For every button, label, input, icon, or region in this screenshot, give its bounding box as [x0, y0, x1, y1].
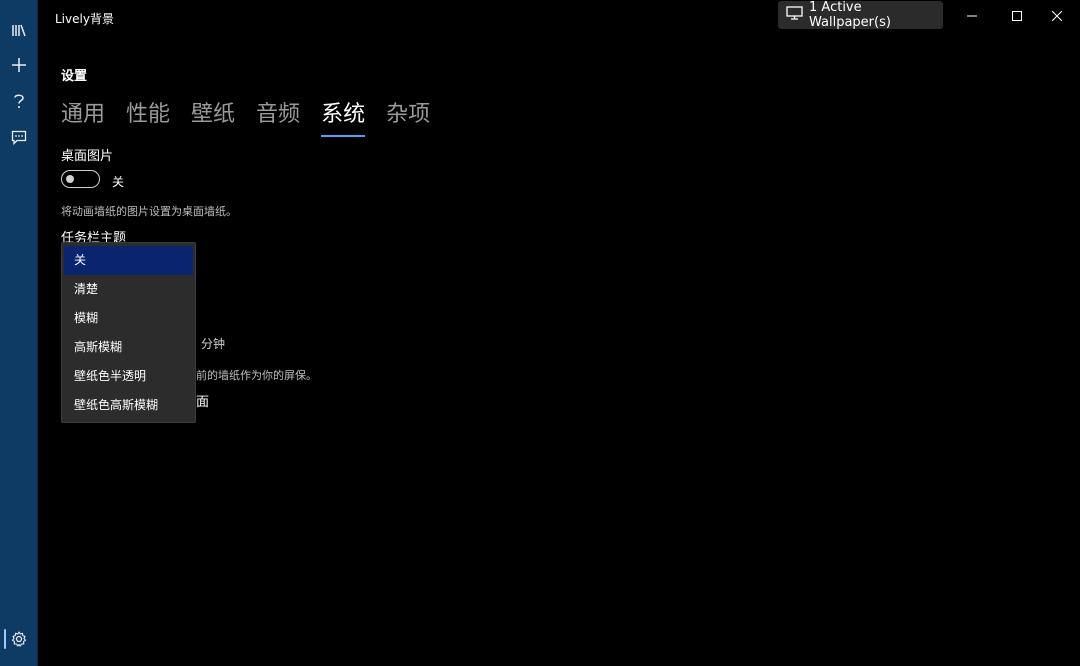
library-button[interactable]	[0, 13, 37, 47]
window-title: Lively背景	[55, 12, 114, 26]
desktop-picture-toggle[interactable]	[61, 170, 100, 188]
toggle-knob	[66, 175, 74, 183]
app-window: Lively背景 1 Active Wallpaper(s) 设置 通用 性能 …	[0, 0, 1080, 666]
nav-rail	[0, 0, 38, 666]
minimize-icon	[967, 6, 977, 25]
add-wallpaper-button[interactable]	[0, 48, 37, 82]
desktop-picture-label: 桌面图片	[61, 149, 114, 164]
minimize-button[interactable]	[949, 0, 995, 30]
active-wallpapers-label: 1 Active Wallpaper(s)	[809, 0, 891, 30]
dropdown-option-clear[interactable]: 清楚	[64, 275, 193, 304]
help-button[interactable]	[0, 84, 37, 118]
dropdown-option-off[interactable]: 关	[64, 246, 193, 275]
tab-wallpaper[interactable]: 壁纸	[191, 100, 235, 134]
tab-misc[interactable]: 杂项	[386, 100, 430, 134]
add-icon	[11, 57, 27, 73]
toggle-state-text: 关	[112, 175, 125, 189]
settings-tabs: 通用 性能 壁纸 音频 系统 杂项	[61, 100, 451, 137]
monitor-icon	[786, 6, 803, 24]
gear-icon	[11, 631, 27, 647]
taskbar-theme-dropdown: 关 清楚 模糊 高斯模糊 壁纸色半透明 壁纸色高斯模糊	[61, 242, 196, 423]
screensaver-description: 前的墙纸作为你的屏保。	[196, 369, 317, 382]
tab-audio[interactable]: 音频	[256, 100, 300, 134]
tab-system[interactable]: 系统	[321, 100, 366, 137]
minutes-suffix: 分钟	[201, 337, 226, 351]
help-icon	[13, 93, 25, 109]
tab-general[interactable]: 通用	[61, 100, 105, 134]
feedback-icon	[11, 130, 27, 145]
dropdown-option-wallpaper-gaussian-blur[interactable]: 壁纸色高斯模糊	[64, 391, 193, 420]
active-wallpapers-button[interactable]: 1 Active Wallpaper(s)	[778, 0, 943, 30]
dropdown-option-gaussian-blur[interactable]: 高斯模糊	[64, 333, 193, 362]
desktop-picture-description: 将动画墙纸的图片设置为桌面墙纸。	[61, 205, 237, 218]
dropdown-option-wallpaper-translucent[interactable]: 壁纸色半透明	[64, 362, 193, 391]
dropdown-option-blur[interactable]: 模糊	[64, 304, 193, 333]
close-button[interactable]	[1034, 0, 1080, 30]
setting-label-fragment: 面	[196, 395, 210, 410]
feedback-button[interactable]	[0, 120, 37, 154]
settings-button[interactable]	[0, 622, 37, 656]
tab-performance[interactable]: 性能	[126, 100, 170, 134]
page-title: 设置	[61, 69, 88, 84]
maximize-icon	[1012, 6, 1022, 25]
library-icon	[11, 23, 27, 37]
close-icon	[1051, 6, 1063, 25]
